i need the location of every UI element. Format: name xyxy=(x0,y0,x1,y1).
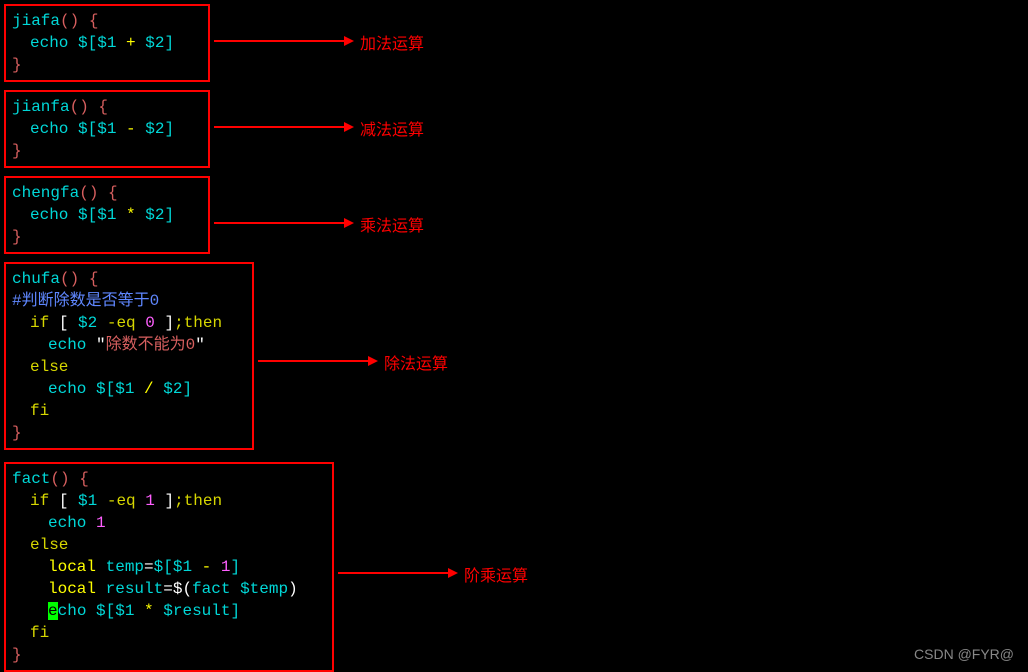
code-line: } xyxy=(12,140,202,162)
func-name: chengfa xyxy=(12,184,79,202)
arrow-line xyxy=(338,572,448,574)
code-line: echo $[$1 * $result] xyxy=(12,600,326,622)
code-line: jianfa() { xyxy=(12,96,202,118)
code-line: echo $[$1 - $2] xyxy=(12,118,202,140)
arrow-head-icon xyxy=(344,218,354,228)
code-block-chufa: chufa() { #判断除数是否等于0 if [ $2 -eq 0 ];the… xyxy=(4,262,254,450)
arrow-head-icon xyxy=(368,356,378,366)
func-name: fact xyxy=(12,470,50,488)
code-line: } xyxy=(12,644,326,666)
code-line: if [ $2 -eq 0 ];then xyxy=(12,312,246,334)
code-line: echo 1 xyxy=(12,512,326,534)
code-line: fi xyxy=(12,622,326,644)
arrow-line xyxy=(214,126,344,128)
code-line: fact() { xyxy=(12,468,326,490)
arrow-head-icon xyxy=(448,568,458,578)
arrow-line xyxy=(258,360,368,362)
annotation-label: 加法运算 xyxy=(360,30,424,54)
code-line: chufa() { xyxy=(12,268,246,290)
code-line: #判断除数是否等于0 xyxy=(12,290,246,312)
code-line: echo $[$1 / $2] xyxy=(12,378,246,400)
watermark-text: CSDN @FYR@ xyxy=(914,646,1014,662)
func-name: jiafa xyxy=(12,12,60,30)
annotation-label: 阶乘运算 xyxy=(464,562,528,586)
code-line: echo "除数不能为0" xyxy=(12,334,246,356)
code-line: } xyxy=(12,54,202,76)
cursor-icon: e xyxy=(48,602,58,620)
code-line: echo $[$1 * $2] xyxy=(12,204,202,226)
code-line: else xyxy=(12,534,326,556)
annotation-label: 除法运算 xyxy=(384,350,448,374)
code-block-jianfa: jianfa() { echo $[$1 - $2] } xyxy=(4,90,210,168)
code-line: local result=$(fact $temp) xyxy=(12,578,326,600)
code-line: chengfa() { xyxy=(12,182,202,204)
comment-text: #判断除数是否等于0 xyxy=(12,292,159,310)
arrow-head-icon xyxy=(344,36,354,46)
code-line: echo $[$1 + $2] xyxy=(12,32,202,54)
code-block-jiafa: jiafa() { echo $[$1 + $2] } xyxy=(4,4,210,82)
arrow-line xyxy=(214,40,344,42)
code-block-fact: fact() { if [ $1 -eq 1 ];then echo 1 els… xyxy=(4,462,334,672)
annotation-label: 减法运算 xyxy=(360,116,424,140)
func-name: jianfa xyxy=(12,98,70,116)
code-line: else xyxy=(12,356,246,378)
code-line: if [ $1 -eq 1 ];then xyxy=(12,490,326,512)
arrow-head-icon xyxy=(344,122,354,132)
code-line: jiafa() { xyxy=(12,10,202,32)
code-line: local temp=$[$1 - 1] xyxy=(12,556,326,578)
arrow-line xyxy=(214,222,344,224)
code-line: } xyxy=(12,226,202,248)
func-name: chufa xyxy=(12,270,60,288)
code-line: } xyxy=(12,422,246,444)
code-block-chengfa: chengfa() { echo $[$1 * $2] } xyxy=(4,176,210,254)
annotation-label: 乘法运算 xyxy=(360,212,424,236)
code-line: fi xyxy=(12,400,246,422)
